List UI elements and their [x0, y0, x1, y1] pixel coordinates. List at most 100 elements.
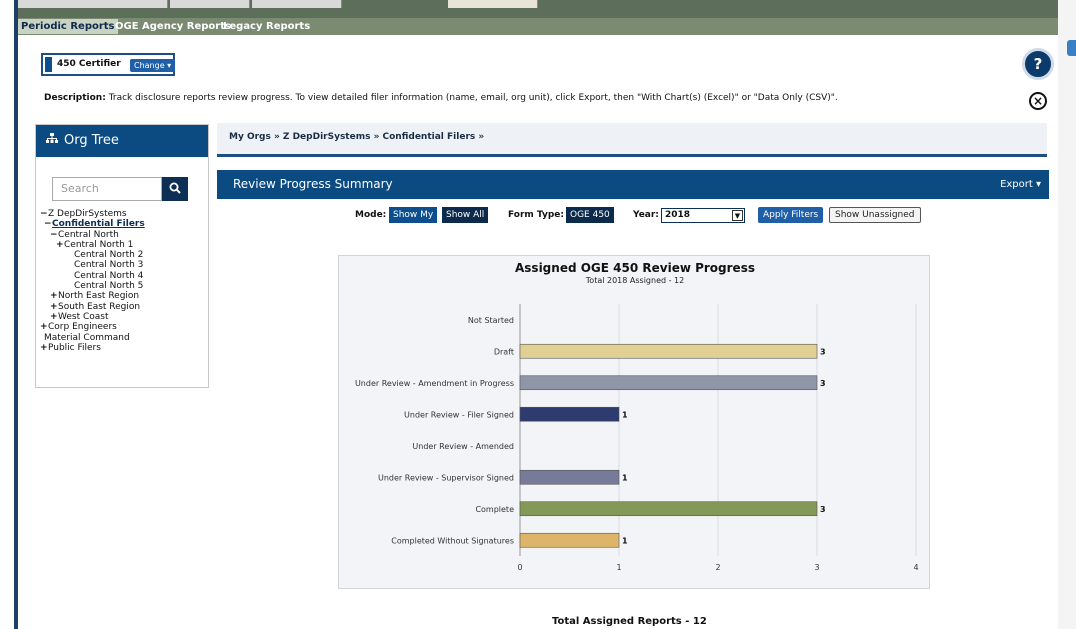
x-tick-label: 4 — [913, 563, 918, 572]
chevron-down-icon: ▼ — [732, 210, 743, 221]
tree-item[interactable]: Central North 4 — [40, 271, 145, 281]
collapse-icon[interactable]: − — [50, 230, 58, 241]
right-edge-bar — [1058, 0, 1076, 629]
category-label: Under Review - Filer Signed — [404, 410, 514, 419]
help-icon[interactable]: ? — [1022, 48, 1054, 80]
report-nav-bar: Periodic Reports OGE Agency Reports Lega… — [18, 18, 1058, 35]
x-tick-label: 3 — [814, 563, 819, 572]
filter-bar: Mode: Show My Show All Form Type: OGE 45… — [0, 206, 1076, 224]
data-label: 1 — [622, 536, 628, 545]
review-progress-chart: Assigned OGE 450 Review Progress Total 2… — [338, 255, 930, 589]
show-unassigned-button[interactable]: Show Unassigned — [829, 207, 921, 223]
role-name: 450 Certifier — [57, 59, 121, 69]
change-role-button[interactable]: Change ▾ — [130, 59, 176, 72]
tree-item[interactable]: +Public Filers — [40, 343, 145, 353]
summary-header: Review Progress Summary Export ▾ — [217, 170, 1049, 199]
tree-item-label[interactable]: Corp Engineers — [48, 322, 117, 332]
role-selector: 450 Certifier Change ▾ — [41, 53, 176, 76]
category-label: Completed Without Signatures — [391, 536, 514, 545]
tree-item-label[interactable]: Central North 4 — [74, 271, 143, 281]
breadcrumb[interactable]: My Orgs » Z DepDirSystems » Confidential… — [217, 123, 1047, 157]
tree-item[interactable]: +Corp Engineers — [40, 322, 145, 332]
total-assigned: Total Assigned Reports - 12 — [552, 616, 707, 627]
org-tree-header: Org Tree — [36, 125, 208, 157]
tree-item-label[interactable]: Public Filers — [48, 343, 101, 353]
tree-item[interactable]: +West Coast — [40, 312, 145, 322]
summary-title: Review Progress Summary — [233, 177, 393, 191]
tree-item[interactable]: Central North 5 — [40, 281, 145, 291]
mode-label: Mode: — [355, 210, 387, 220]
bar — [519, 375, 818, 391]
tree-item-label[interactable]: South East Region — [58, 302, 140, 312]
x-tick-label: 1 — [616, 563, 621, 572]
top-strip — [18, 0, 1058, 18]
category-label: Not Started — [468, 316, 514, 325]
data-label: 1 — [622, 410, 628, 419]
tree-item-label[interactable]: Central North 1 — [64, 240, 133, 250]
tree-item-label[interactable]: North East Region — [58, 291, 139, 301]
expand-icon[interactable]: + — [50, 312, 58, 323]
bar — [519, 532, 620, 548]
x-tick-label: 2 — [715, 563, 720, 572]
tab-periodic-reports[interactable]: Periodic Reports — [18, 19, 118, 34]
tab-oge-agency-reports[interactable]: OGE Agency Reports — [115, 21, 231, 32]
tree-item[interactable]: +South East Region — [40, 302, 145, 312]
app-window: Periodic Reports OGE Agency Reports Lega… — [0, 0, 1076, 629]
bar — [519, 469, 620, 485]
show-my-button[interactable]: Show My — [389, 207, 438, 223]
tree-item[interactable]: +Central North 1 — [40, 240, 145, 250]
x-tick-label: 0 — [517, 563, 522, 572]
tab-legacy-reports[interactable]: Legacy Reports — [223, 21, 310, 32]
tree-item-label[interactable]: Central North 3 — [74, 260, 143, 270]
expand-icon[interactable]: + — [50, 302, 58, 313]
chart-svg: 0 1 2 3 4 Not Started Draft 3 Under Review - Ame… — [355, 304, 919, 572]
data-label: 3 — [820, 505, 826, 514]
bar — [519, 501, 818, 517]
description-label: Description: — [44, 93, 106, 103]
search-button[interactable] — [162, 177, 188, 201]
role-strip — [45, 57, 52, 72]
expand-icon[interactable]: + — [40, 343, 48, 354]
data-label: 1 — [622, 473, 628, 482]
data-label: 3 — [820, 347, 826, 356]
org-tree: −Z DepDirSystems −Confidential Filers −Cen… — [40, 209, 145, 353]
form-type-label: Form Type: — [508, 210, 564, 220]
export-button[interactable]: Export ▾ — [1000, 170, 1041, 199]
data-label: 3 — [820, 379, 826, 388]
year-value: 2018 — [665, 210, 691, 220]
category-label: Under Review - Amended — [412, 442, 514, 451]
tree-item[interactable]: Material Command — [40, 333, 145, 343]
bar — [519, 406, 620, 422]
tree-item[interactable]: −Central North — [40, 230, 145, 240]
search-icon — [169, 182, 181, 194]
org-tree-panel: Org Tree Search −Z DepDirSystems −Confide… — [35, 124, 209, 388]
category-label: Under Review - Supervisor Signed — [378, 473, 514, 482]
form-type-value[interactable]: OGE 450 — [566, 207, 614, 223]
tree-item-label[interactable]: Central North — [58, 230, 119, 240]
tree-item-label[interactable]: Material Command — [44, 333, 130, 343]
org-search-input[interactable]: Search — [52, 177, 162, 201]
description: Description: Track disclosure reports re… — [44, 93, 838, 103]
category-label: Under Review - Amendment in Progress — [355, 379, 514, 388]
tree-item[interactable]: Central North 3 — [40, 260, 145, 270]
apply-filters-button[interactable]: Apply Filters — [758, 207, 824, 223]
sitemap-icon — [46, 125, 60, 157]
expand-icon[interactable]: + — [40, 322, 48, 333]
category-label: Complete — [475, 505, 514, 514]
org-tree-title: Org Tree — [64, 133, 119, 148]
bar — [519, 343, 818, 359]
tree-item[interactable]: +North East Region — [40, 291, 145, 301]
expand-icon[interactable]: + — [56, 240, 64, 251]
side-tab[interactable] — [1067, 40, 1076, 56]
tree-item-label[interactable]: Central North 5 — [74, 281, 143, 291]
left-edge-bar — [14, 0, 18, 629]
close-icon[interactable]: × — [1029, 92, 1047, 110]
year-label: Year: — [633, 210, 659, 220]
show-all-button[interactable]: Show All — [442, 207, 489, 223]
year-select[interactable]: 2018 ▼ — [661, 208, 745, 223]
tree-item-label[interactable]: Central North 2 — [74, 250, 143, 260]
expand-icon[interactable]: + — [50, 291, 58, 302]
tree-item[interactable]: Central North 2 — [40, 250, 145, 260]
tree-item-label[interactable]: West Coast — [58, 312, 109, 322]
description-text: Track disclosure reports review progress… — [108, 93, 838, 103]
